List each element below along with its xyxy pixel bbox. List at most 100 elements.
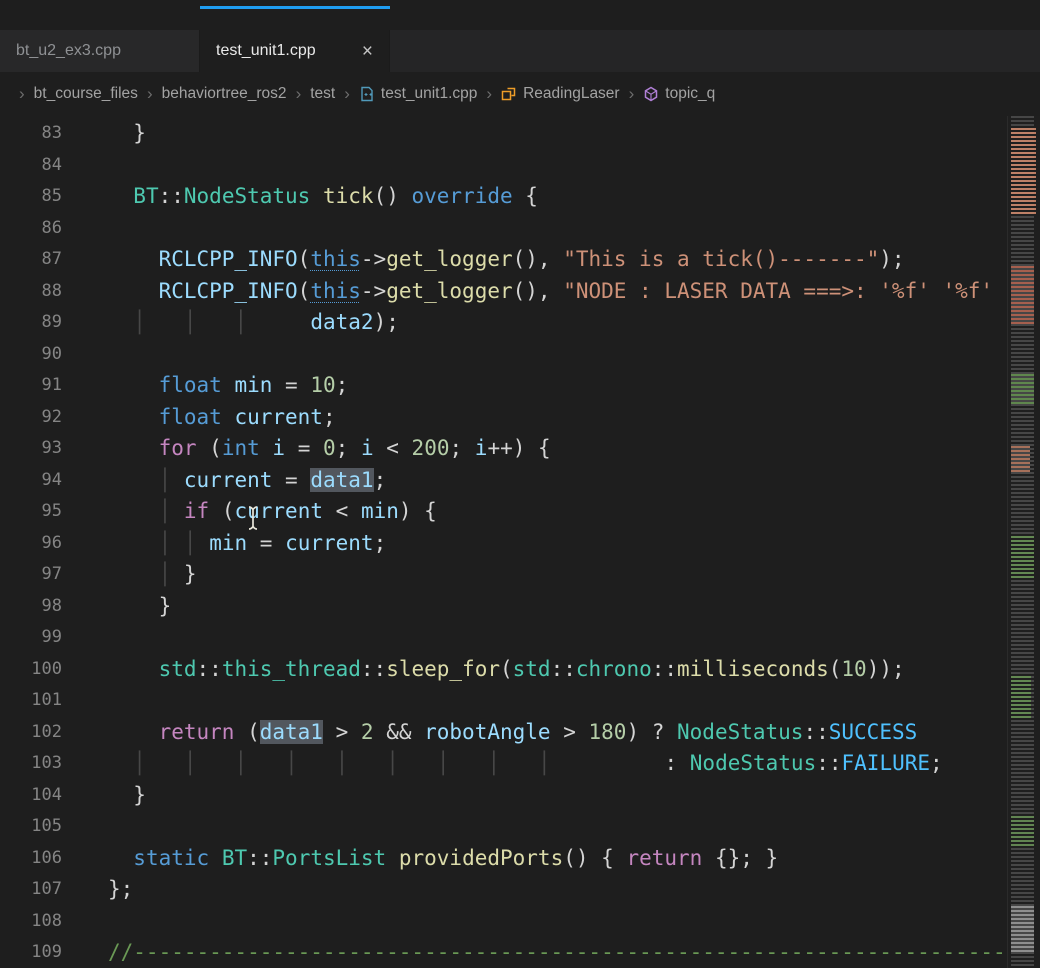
- line-number[interactable]: 84: [0, 150, 62, 182]
- code-text: [62, 906, 108, 938]
- code-text: std::this_thread::sleep_for(std::chrono:…: [62, 654, 905, 686]
- breadcrumb-item-behaviortree-ros2[interactable]: behaviortree_ros2: [162, 85, 287, 103]
- breadcrumb-item-topic[interactable]: topic_q: [665, 85, 715, 103]
- chevron-right-icon: ›: [486, 84, 492, 104]
- line-number[interactable]: 93: [0, 433, 62, 465]
- active-tab-top-border: [200, 6, 390, 9]
- code-line[interactable]: 97 │ }: [0, 559, 1007, 591]
- code-line[interactable]: 96 │ │ min = current;: [0, 528, 1007, 560]
- code-text: //--------------------------------------…: [62, 937, 1007, 968]
- code-line[interactable]: 90: [0, 339, 1007, 371]
- code-line[interactable]: 101: [0, 685, 1007, 717]
- tab-test-unit1[interactable]: test_unit1.cpp ×: [200, 30, 390, 72]
- code-text: [62, 622, 108, 654]
- code-line[interactable]: 100 std::this_thread::sleep_for(std::chr…: [0, 654, 1007, 686]
- code-line[interactable]: 109//-----------------------------------…: [0, 937, 1007, 968]
- breadcrumb-item-bt-course-files[interactable]: bt_course_files: [34, 85, 138, 103]
- tab-label: bt_u2_ex3.cpp: [16, 42, 121, 60]
- code-line[interactable]: 103 │ │ │ │ │ │ │ │ │ : NodeStatus::FAIL…: [0, 748, 1007, 780]
- code-text: │ if (current < min) {: [62, 496, 437, 528]
- line-number[interactable]: 106: [0, 843, 62, 875]
- line-number[interactable]: 92: [0, 402, 62, 434]
- code-text: static BT::PortsList providedPorts() { r…: [62, 843, 778, 875]
- code-text: [62, 339, 108, 371]
- code-line[interactable]: 91 float min = 10;: [0, 370, 1007, 402]
- code-line[interactable]: 106 static BT::PortsList providedPorts()…: [0, 843, 1007, 875]
- code-line[interactable]: 85 BT::NodeStatus tick() override {: [0, 181, 1007, 213]
- code-line[interactable]: 93 for (int i = 0; i < 200; i++) {: [0, 433, 1007, 465]
- line-number[interactable]: 104: [0, 780, 62, 812]
- chevron-right-icon: ›: [344, 84, 350, 104]
- minimap-comment-block: [1011, 536, 1034, 578]
- code-text: │ │ │ │ │ │ │ │ │ : NodeStatus::FAILURE;: [62, 748, 943, 780]
- line-number[interactable]: 90: [0, 339, 62, 371]
- line-number[interactable]: 85: [0, 181, 62, 213]
- line-number[interactable]: 108: [0, 906, 62, 938]
- breadcrumb-item-test-unit1-cpp[interactable]: test_unit1.cpp: [381, 85, 478, 103]
- line-number[interactable]: 87: [0, 244, 62, 276]
- line-number[interactable]: 97: [0, 559, 62, 591]
- minimap-string-block: [1011, 446, 1030, 472]
- code-line[interactable]: 89 │ │ │ data2);: [0, 307, 1007, 339]
- line-number[interactable]: 99: [0, 622, 62, 654]
- chevron-right-icon: ›: [147, 84, 153, 104]
- code-line[interactable]: 102 return (data1 > 2 && robotAngle > 18…: [0, 717, 1007, 749]
- code-line[interactable]: 94 │ current = data1;: [0, 465, 1007, 497]
- minimap-bright-block: [1011, 906, 1034, 952]
- chevron-right-icon: ›: [629, 84, 635, 104]
- code-line[interactable]: 92 float current;: [0, 402, 1007, 434]
- code-lines: 83 }8485 BT::NodeStatus tick() override …: [0, 118, 1007, 968]
- close-icon[interactable]: ×: [362, 42, 373, 61]
- code-text: };: [62, 874, 133, 906]
- line-number[interactable]: 103: [0, 748, 62, 780]
- code-line[interactable]: 86: [0, 213, 1007, 245]
- line-number[interactable]: 102: [0, 717, 62, 749]
- minimap-comment-block: [1011, 676, 1031, 720]
- code-line[interactable]: 84: [0, 150, 1007, 182]
- code-text: }: [62, 591, 171, 623]
- code-line[interactable]: 104 }: [0, 780, 1007, 812]
- minimap-string-block: [1011, 128, 1036, 216]
- line-number[interactable]: 88: [0, 276, 62, 308]
- code-text: for (int i = 0; i < 200; i++) {: [62, 433, 551, 465]
- line-number[interactable]: 89: [0, 307, 62, 339]
- editor-area: 83 }8485 BT::NodeStatus tick() override …: [0, 116, 1040, 968]
- line-number[interactable]: 105: [0, 811, 62, 843]
- code-line[interactable]: 99: [0, 622, 1007, 654]
- code-line[interactable]: 87 RCLCPP_INFO(this->get_logger(), "This…: [0, 244, 1007, 276]
- code-editor[interactable]: 83 }8485 BT::NodeStatus tick() override …: [0, 116, 1007, 968]
- line-number[interactable]: 96: [0, 528, 62, 560]
- code-text: [62, 213, 108, 245]
- line-number[interactable]: 91: [0, 370, 62, 402]
- line-number[interactable]: 94: [0, 465, 62, 497]
- code-line[interactable]: 108: [0, 906, 1007, 938]
- code-line[interactable]: 83 }: [0, 118, 1007, 150]
- minimap-comment-block: [1011, 374, 1034, 404]
- code-line[interactable]: 88 RCLCPP_INFO(this->get_logger(), "NODE…: [0, 276, 1007, 308]
- code-text: RCLCPP_INFO(this->get_logger(), "This is…: [62, 244, 905, 276]
- code-text: return (data1 > 2 && robotAngle > 180) ?…: [62, 717, 917, 749]
- line-number[interactable]: 86: [0, 213, 62, 245]
- line-number[interactable]: 95: [0, 496, 62, 528]
- code-line[interactable]: 105: [0, 811, 1007, 843]
- line-number[interactable]: 107: [0, 874, 62, 906]
- breadcrumb-item-readinglaser[interactable]: ReadingLaser: [523, 85, 620, 103]
- title-strip: [0, 0, 1040, 30]
- tab-bt-u2-ex3[interactable]: bt_u2_ex3.cpp: [0, 30, 200, 72]
- minimap-string-block: [1011, 266, 1034, 324]
- code-line[interactable]: 107};: [0, 874, 1007, 906]
- code-text: float current;: [62, 402, 336, 434]
- code-text: [62, 150, 108, 182]
- breadcrumb-item-test[interactable]: test: [310, 85, 335, 103]
- line-number[interactable]: 100: [0, 654, 62, 686]
- line-number[interactable]: 101: [0, 685, 62, 717]
- chevron-right-icon: ›: [296, 84, 302, 104]
- line-number[interactable]: 109: [0, 937, 62, 968]
- minimap[interactable]: [1007, 116, 1040, 968]
- code-text: [62, 811, 108, 843]
- line-number[interactable]: 98: [0, 591, 62, 623]
- code-text: RCLCPP_INFO(this->get_logger(), "NODE : …: [62, 276, 1007, 308]
- line-number[interactable]: 83: [0, 118, 62, 150]
- code-line[interactable]: 98 }: [0, 591, 1007, 623]
- code-line[interactable]: 95 │ if (current < min) {: [0, 496, 1007, 528]
